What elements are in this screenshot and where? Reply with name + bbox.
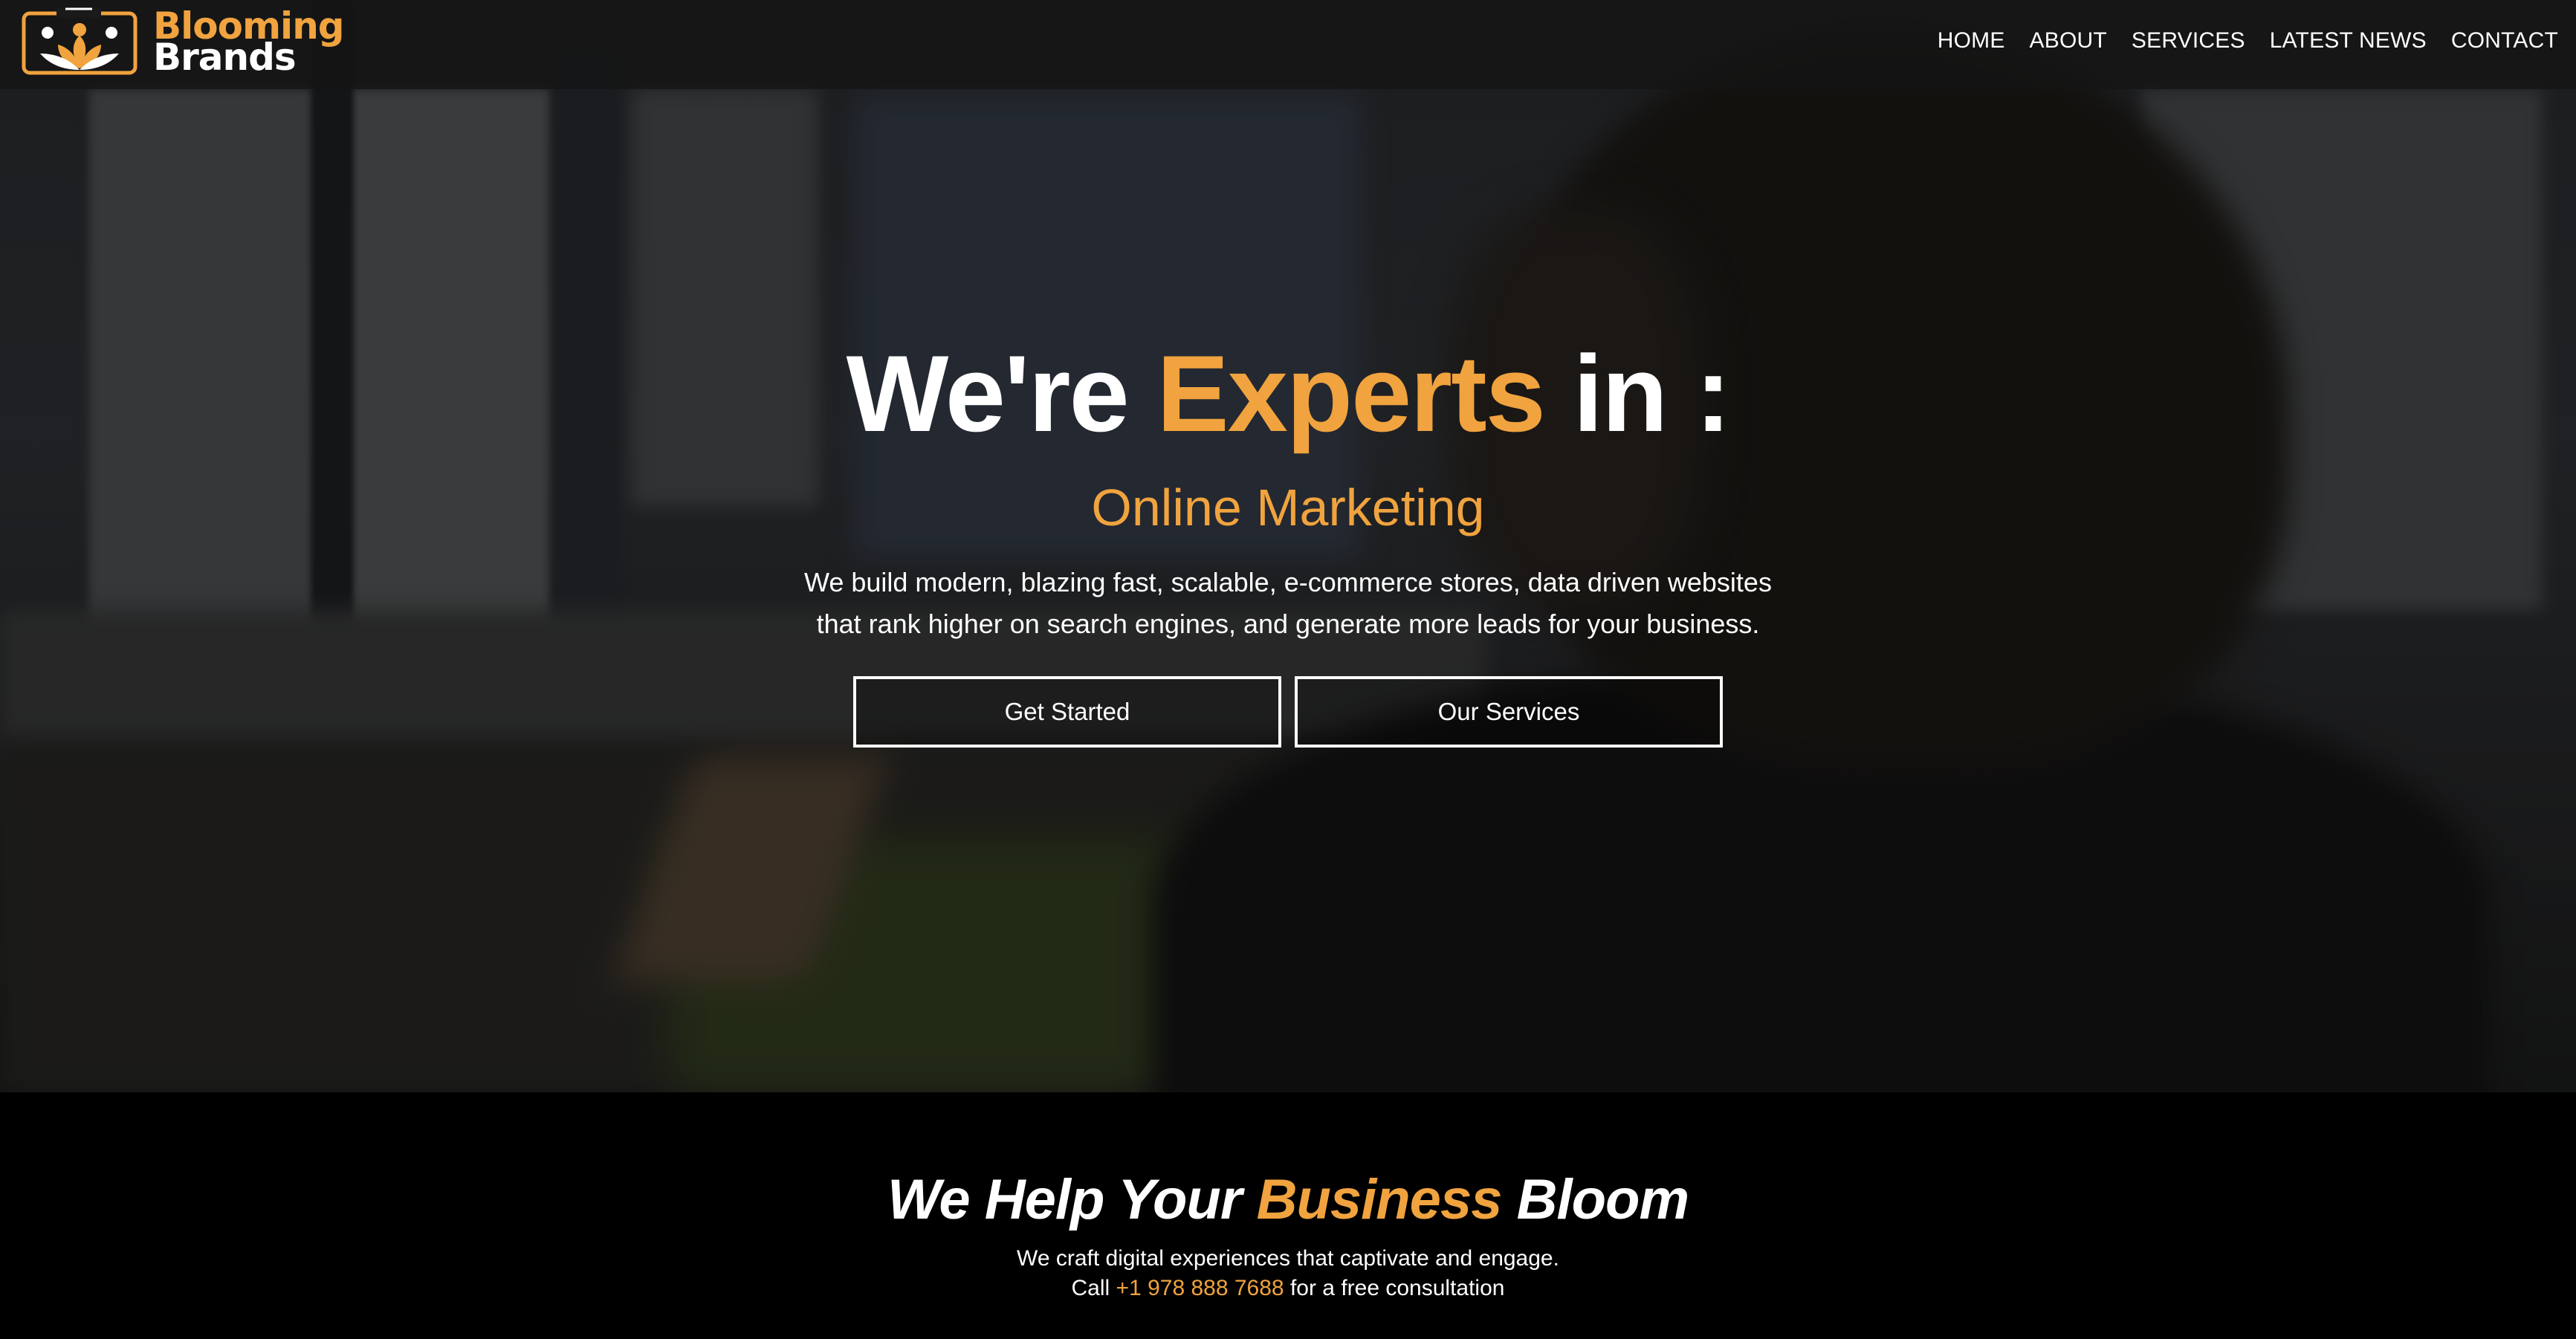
bloom-title-text: We Help Your (887, 1168, 1242, 1231)
brand-name: Blooming Brands (153, 7, 345, 76)
lotus-logo-icon (22, 7, 137, 75)
page: We're Experts in : Online Marketing We b… (0, 0, 2576, 1339)
hero-subhead: Online Marketing (1091, 479, 1485, 536)
nav-latest-news[interactable]: LATEST NEWS (2270, 28, 2427, 54)
bloom-title-text: Bloom (1516, 1168, 1689, 1231)
top-navbar: Blooming Brands HOME ABOUT SERVICES LATE… (0, 0, 2576, 89)
hero-section: We're Experts in : Online Marketing We b… (0, 0, 2576, 1092)
our-services-button[interactable]: Our Services (1295, 676, 1723, 748)
nav-contact[interactable]: CONTACT (2451, 28, 2558, 54)
call-prefix: Call (1071, 1276, 1110, 1300)
bloom-title: We Help Your Business Bloom (0, 1092, 2576, 1233)
bloom-title-accent: Business (1256, 1168, 1503, 1231)
hero-description-line: We build modern, blazing fast, scalable,… (804, 567, 1772, 597)
bloom-tagline: We craft digital experiences that captiv… (1017, 1246, 1559, 1271)
headline-text: We're (846, 333, 1130, 454)
get-started-button[interactable]: Get Started (853, 676, 1281, 748)
hero-content: We're Experts in : Online Marketing We b… (0, 327, 2576, 748)
nav-services[interactable]: SERVICES (2132, 28, 2245, 54)
hero-description: We build modern, blazing fast, scalable,… (768, 562, 1808, 645)
bloom-description: We craft digital experiences that captiv… (0, 1244, 2576, 1303)
brand-logo[interactable]: Blooming Brands (19, 6, 391, 80)
nav-home[interactable]: HOME (1938, 28, 2005, 54)
main-nav: HOME ABOUT SERVICES LATEST NEWS CONTACT (1913, 28, 2558, 54)
bloom-section: We Help Your Business Bloom We craft dig… (0, 1092, 2576, 1339)
call-suffix: for a free consultation (1289, 1276, 1505, 1300)
headline-accent: Experts (1156, 333, 1546, 454)
phone-link[interactable]: +1 978 888 7688 (1116, 1276, 1284, 1300)
hero-buttons: Get Started Our Services (0, 676, 2576, 748)
hero-headline: We're Experts in : (0, 327, 2576, 461)
headline-text: in : (1573, 333, 1731, 454)
bloom-call-line: Call +1 978 888 7688 for a free consulta… (0, 1274, 2576, 1303)
hero-description-line: that rank higher on search engines, and … (816, 609, 1760, 639)
nav-about[interactable]: ABOUT (2030, 28, 2107, 54)
